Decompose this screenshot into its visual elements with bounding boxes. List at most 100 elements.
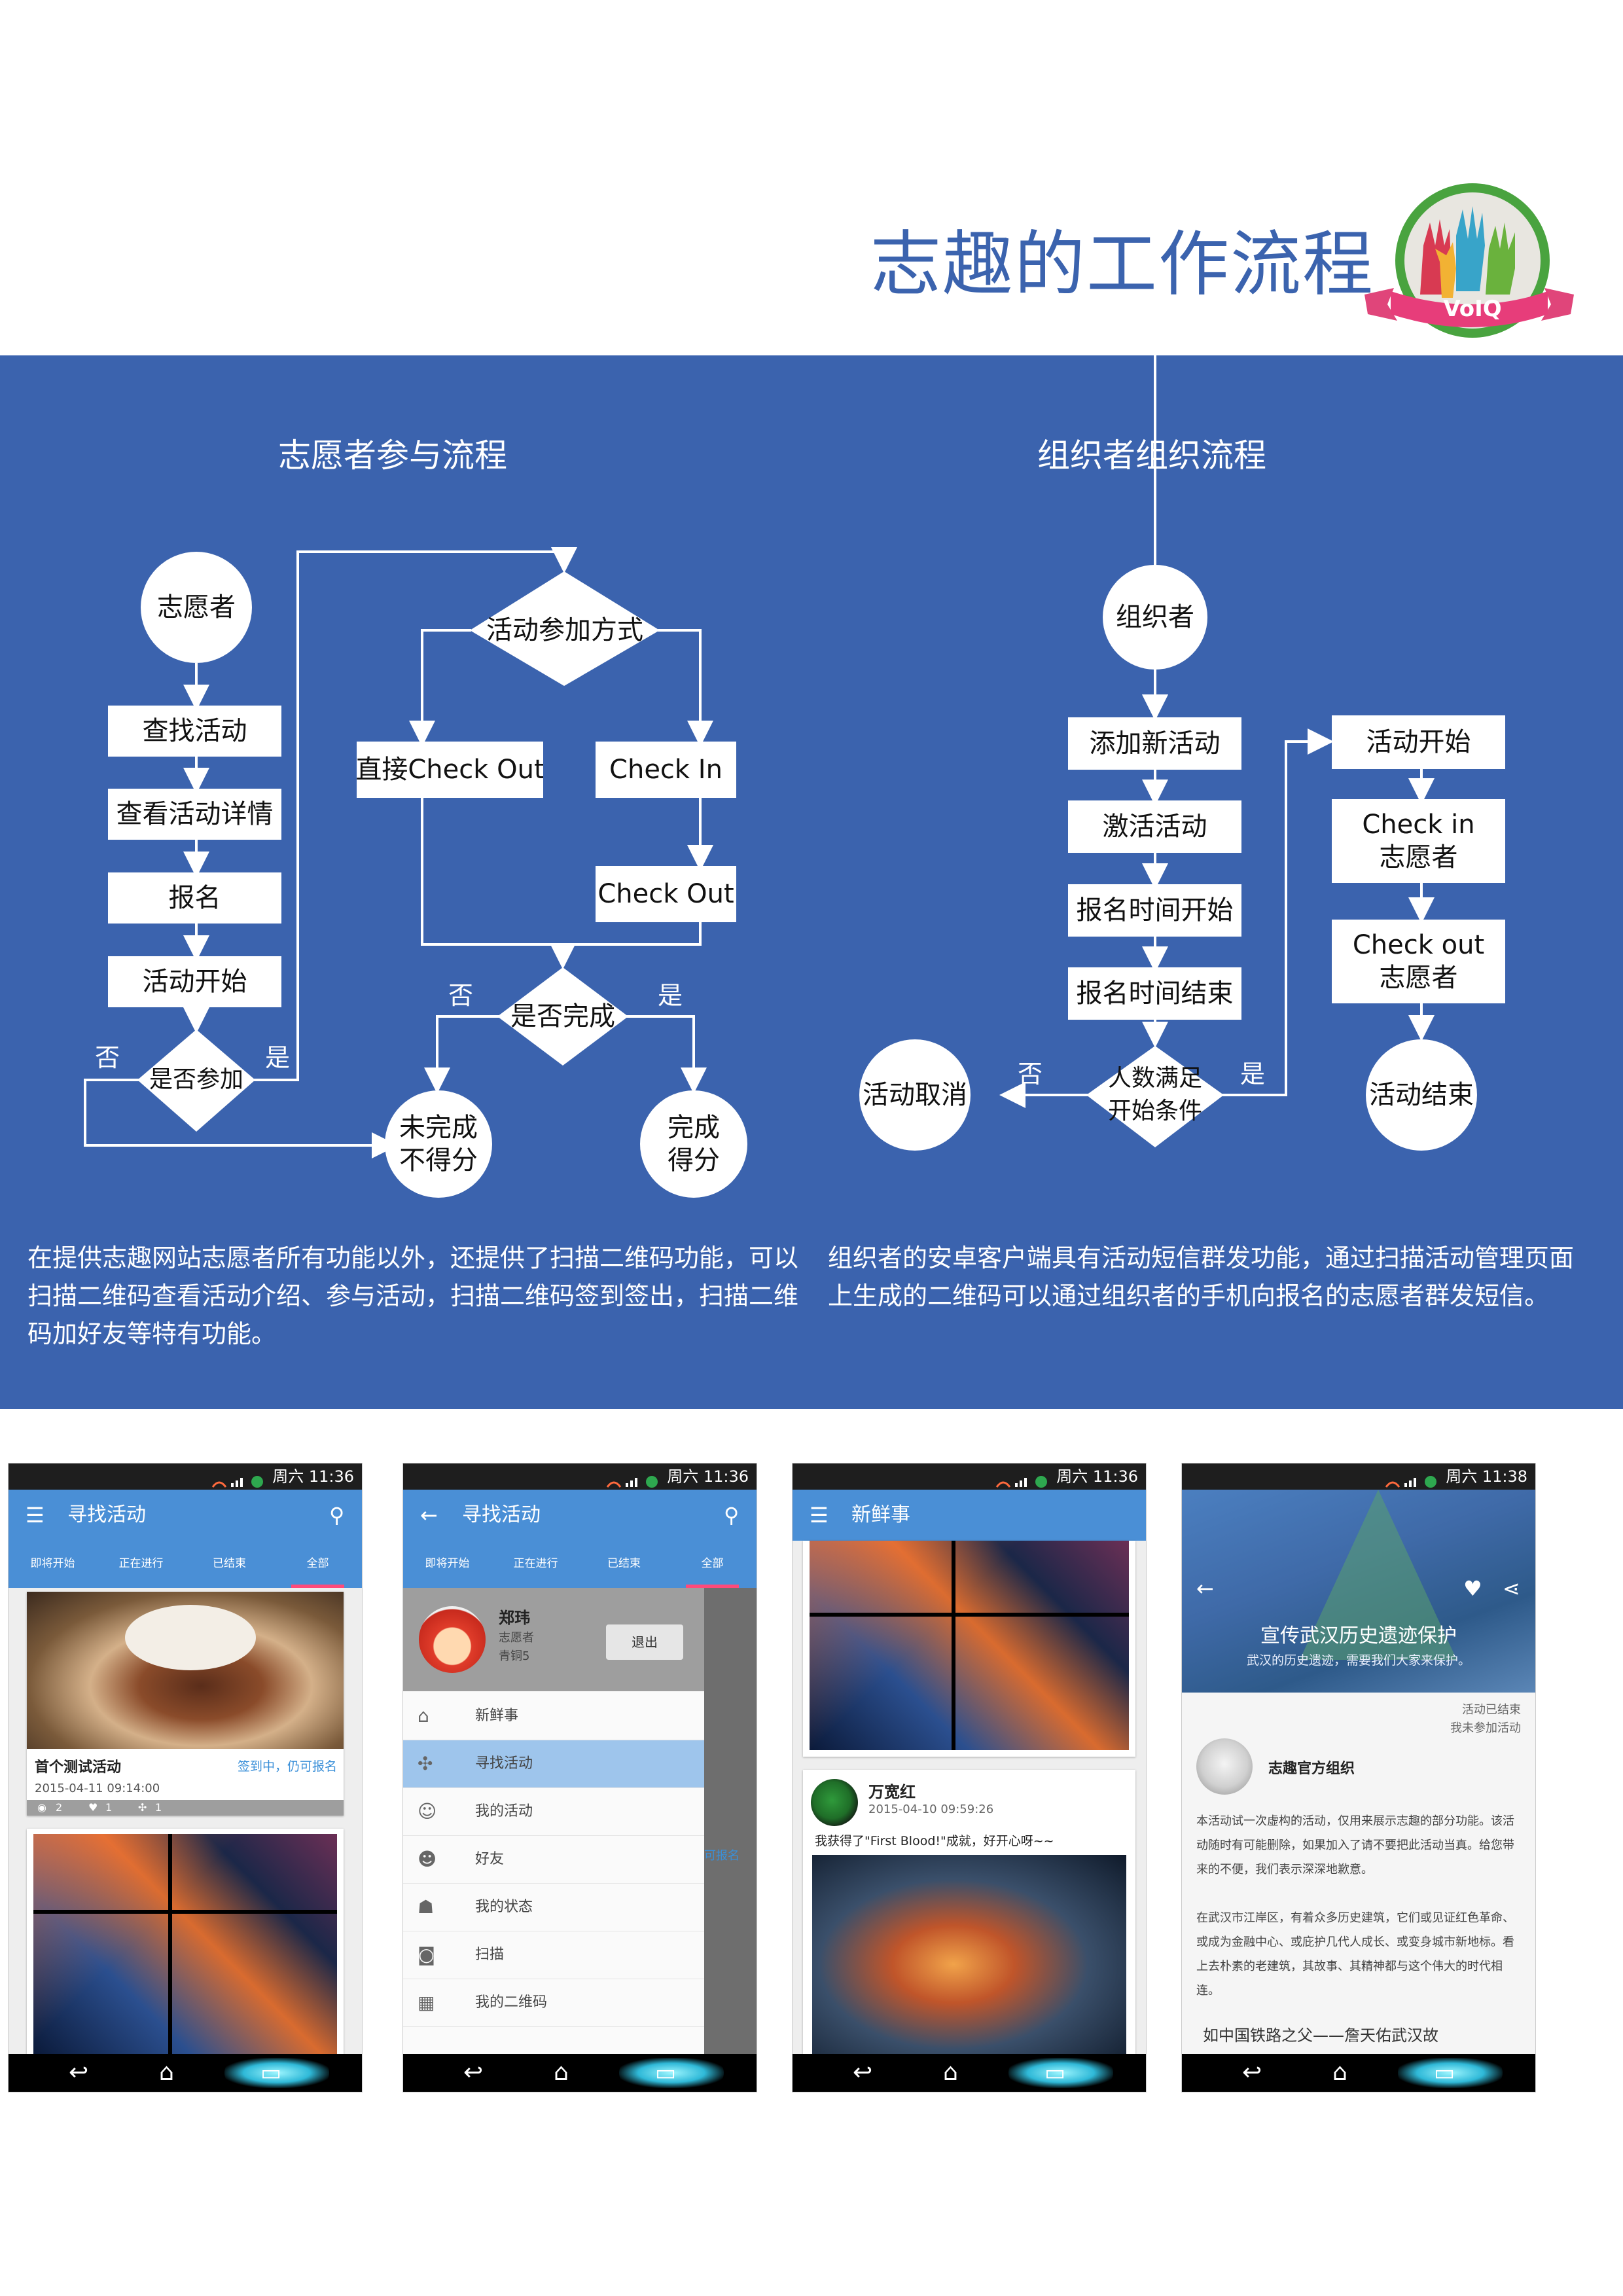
status-bar: 周六 11:36 (403, 1463, 757, 1490)
post-text: 我获得了"First Blood!"成就，好开心呀~~ (815, 1834, 1054, 1848)
vol-start-label: 志愿者 (157, 592, 236, 622)
avatar[interactable] (1196, 1738, 1253, 1795)
vol-step-2: 查看活动详情 (116, 799, 274, 829)
back-arrow-icon[interactable]: ← (1196, 1575, 1214, 1602)
home-icon[interactable]: ⌂ (1332, 2059, 1347, 2087)
home-icon: ⌂ (418, 1705, 429, 1727)
back-icon[interactable]: ↩ (69, 2059, 88, 2087)
activity-card[interactable]: 首个测试活动 签到中，仍可报名 2015-04-11 09:14:00 ◉ 2 … (27, 1592, 344, 1816)
phone-screen-drawer: 周六 11:36 ← 寻找活动 ⚲ 即将开始 正在进行 已结束 全部 可报名 郑… (402, 1463, 757, 2092)
search-icon[interactable]: ⚲ (329, 1501, 344, 1529)
app-bar: ← 寻找活动 ⚲ (403, 1490, 757, 1541)
tab-ended[interactable]: 已结束 (580, 1541, 668, 1588)
vol-checkin-label: Check In (609, 755, 722, 785)
tab-ongoing[interactable]: 正在进行 (97, 1541, 185, 1588)
feed-card[interactable] (803, 1541, 1135, 1757)
system-nav-bar: ↩ ⌂ ▭ (793, 2054, 1146, 2092)
system-nav-bar: ↩ ⌂ ▭ (1182, 2054, 1535, 2092)
vol-join-no: 否 (95, 1043, 120, 1072)
card-time: 2015-04-11 09:14:00 (35, 1782, 160, 1795)
back-icon[interactable]: ↩ (1242, 2059, 1262, 2087)
recents-icon[interactable]: ▭ (1044, 2059, 1065, 2087)
gamepad-icon: ✣ (418, 1753, 433, 1774)
phone-screen-find-activity: 周六 11:36 ☰ 寻找活动 ⚲ 即将开始 正在进行 已结束 全部 首个测试活… (8, 1463, 363, 2092)
banner-title: 宣传武汉历史遗迹保护 (1260, 1624, 1457, 1647)
phone-screen-feed: 周六 11:36 ☰ 新鲜事 万宽红 2015-04-10 09:59:26 我… (792, 1463, 1147, 2092)
vol-direct-checkout-label: 直接Check Out (357, 755, 543, 785)
movie-poster-image (812, 1855, 1126, 2054)
tab-ended[interactable]: 已结束 (185, 1541, 274, 1588)
signal-icons (995, 1470, 1054, 1488)
status-time: 周六 11:36 (272, 1467, 354, 1486)
status-bar: 周六 11:36 (793, 1463, 1146, 1490)
vol-notdone-label: 未完成 不得分 (399, 1113, 478, 1175)
back-icon[interactable]: ↩ (463, 2059, 483, 2087)
status-bar: 周六 11:36 (9, 1463, 362, 1490)
activity-tabs: 即将开始 正在进行 已结束 全部 (403, 1541, 757, 1588)
home-icon[interactable]: ⌂ (554, 2059, 569, 2087)
menu-icon[interactable]: ☰ (810, 1501, 829, 1529)
menu-icon[interactable]: ☰ (26, 1501, 45, 1529)
feed-card[interactable]: 万宽红 2015-04-10 09:59:26 我获得了"First Blood… (803, 1770, 1135, 2054)
drawer-item-find-activity[interactable]: ✣ 寻找活动 (403, 1740, 704, 1788)
org-step-4: 报名时间结束 (1076, 978, 1234, 1009)
tab-ongoing[interactable]: 正在进行 (491, 1541, 580, 1588)
tab-all[interactable]: 全部 (668, 1541, 757, 1588)
drawer-item-scan[interactable]: ◙ 扫描 (403, 1931, 704, 1979)
participants-count: 1 (155, 1801, 162, 1814)
heart-icon[interactable]: ♥ (1463, 1575, 1482, 1602)
org-step-2: 激活活动 (1102, 812, 1207, 842)
org-right-2: Check in 志愿者 (1362, 810, 1475, 872)
activity-card[interactable] (27, 1829, 344, 2054)
drawer-item-my-status[interactable]: ☗ 我的状态 (403, 1884, 704, 1931)
likes-icon: ♥ (88, 1801, 98, 1814)
user-name: 郑玮 (499, 1609, 530, 1627)
signal-icons (1385, 1470, 1444, 1488)
post-user-name: 万宽红 (868, 1783, 916, 1801)
org-decision-label: 人数满足 开始条件 (1107, 1065, 1202, 1124)
drawer-item-label: 扫描 (475, 1946, 505, 1963)
drawer-item-my-qrcode[interactable]: ▦ 我的二维码 (403, 1979, 704, 2027)
share-icon[interactable]: ⋖ (1503, 1575, 1520, 1602)
back-arrow-icon[interactable]: ← (420, 1501, 438, 1529)
logout-button[interactable]: 退出 (606, 1624, 683, 1660)
vol-decision-join-label: 是否参加 (149, 1066, 243, 1093)
avatar[interactable] (811, 1779, 858, 1826)
back-icon[interactable]: ↩ (853, 2059, 872, 2087)
search-icon[interactable]: ⚲ (724, 1501, 739, 1529)
vol-join-yes: 是 (265, 1043, 291, 1072)
tab-all[interactable]: 全部 (274, 1541, 362, 1588)
avatar[interactable] (419, 1606, 486, 1673)
org-yes: 是 (1240, 1060, 1266, 1088)
recents-icon[interactable]: ▭ (260, 2059, 281, 2087)
activity-banner: ← ♥ ⋖ 宣传武汉历史遗迹保护 武汉的历史遗迹，需要我们大家来保护。 (1182, 1490, 1535, 1693)
drawer-item-label: 我的二维码 (475, 1994, 548, 2011)
tab-upcoming[interactable]: 即将开始 (403, 1541, 491, 1588)
home-icon[interactable]: ⌂ (943, 2059, 958, 2087)
workflow-panel: 志愿者参与流程 组织者组织流程 志愿者 查找活动 查看活动详情 报名 活动开始 … (0, 355, 1623, 1409)
phone-screen-activity-detail: 周六 11:38 ← ♥ ⋖ 宣传武汉历史遗迹保护 武汉的历史遗迹，需要我们大家… (1181, 1463, 1536, 2092)
signal-icons (211, 1470, 270, 1488)
vol-step-4: 活动开始 (142, 967, 247, 997)
logo-text: VoIQ (1443, 296, 1501, 322)
activity-status: 活动已结束 (1462, 1703, 1521, 1717)
recents-icon[interactable]: ▭ (1434, 2059, 1455, 2087)
signal-icons (606, 1470, 665, 1488)
drawer-item-friends[interactable]: ☻ 好友 (403, 1836, 704, 1884)
user-level: 青铜5 (499, 1649, 530, 1663)
qrcode-icon: ▦ (418, 1992, 435, 2013)
recents-icon[interactable]: ▭ (655, 2059, 676, 2087)
tab-upcoming[interactable]: 即将开始 (9, 1541, 97, 1588)
dimmed-status-text: 可报名 (704, 1849, 740, 1863)
activity-description: 在武汉市江岸区，有着众多历史建筑，它们或见证红色革命、或成为金融中心、或庇护几代… (1196, 1911, 1514, 1998)
org-step-3: 报名时间开始 (1076, 895, 1234, 925)
system-nav-bar: ↩ ⌂ ▭ (9, 2054, 362, 2092)
drawer-item-my-activity[interactable]: ☺ 我的活动 (403, 1788, 704, 1836)
drawer-item-label: 好友 (475, 1851, 505, 1867)
vol-checkout-label: Check Out (597, 879, 734, 909)
drawer-item-feed[interactable]: ⌂ 新鲜事 (403, 1693, 704, 1740)
organizer-name: 志趣官方组织 (1268, 1761, 1355, 1777)
navigation-drawer: 郑玮 志愿者 青铜5 退出 ⌂ 新鲜事 ✣ 寻找活动 ☺ 我的活动 ☻ 好友 ☗… (403, 1588, 704, 2054)
home-icon[interactable]: ⌂ (159, 2059, 174, 2087)
card-title: 首个测试活动 (35, 1759, 122, 1776)
